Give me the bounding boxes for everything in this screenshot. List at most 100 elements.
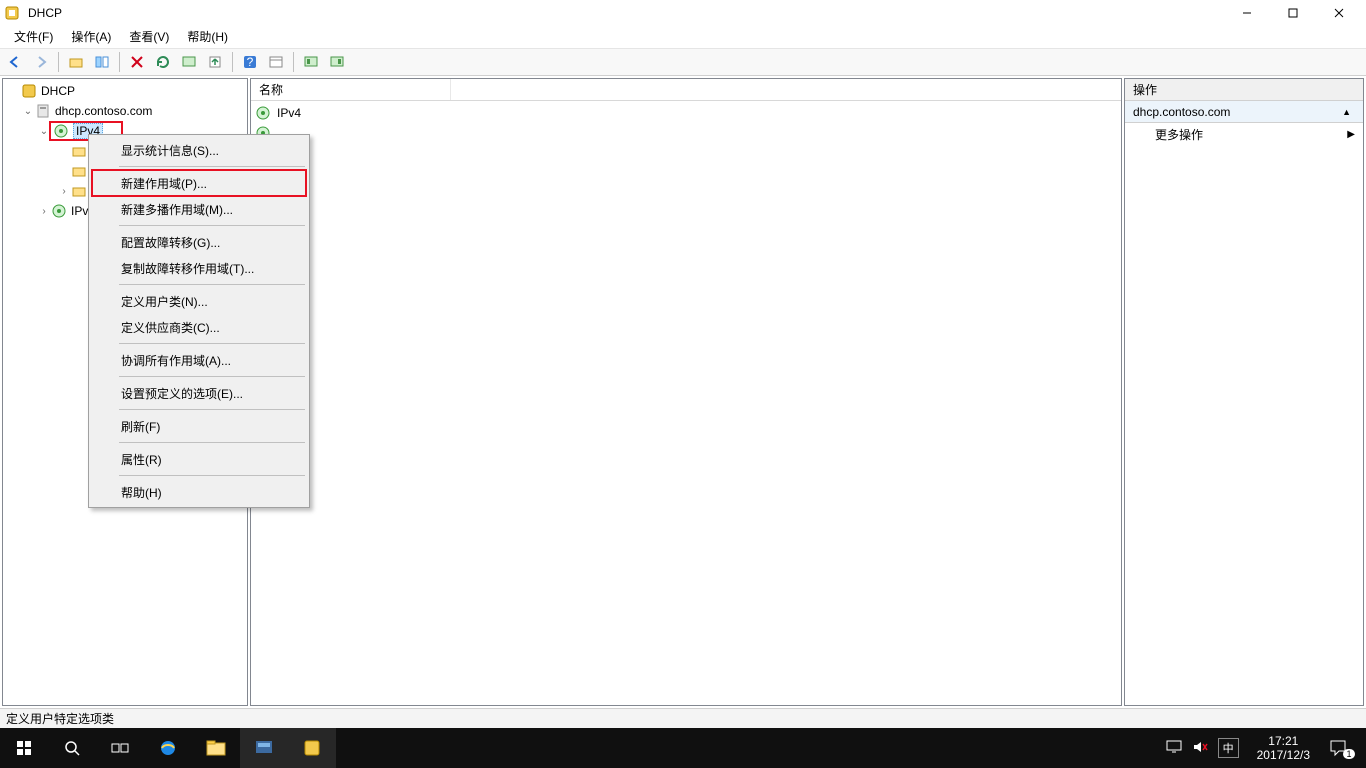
submenu-arrow-icon: ▶ bbox=[1347, 129, 1355, 140]
statusbar: 定义用户特定选项类 bbox=[0, 708, 1366, 728]
folder-icon bbox=[71, 163, 87, 179]
toolbar-props-button[interactable] bbox=[265, 51, 287, 73]
nav-back-button[interactable] bbox=[4, 51, 26, 73]
context-menu-separator bbox=[119, 475, 305, 476]
expander-icon[interactable]: › bbox=[57, 186, 71, 197]
toolbar-help-button[interactable]: ? bbox=[239, 51, 261, 73]
start-button[interactable] bbox=[0, 728, 48, 768]
context-menu-item[interactable]: 属性(R) bbox=[91, 446, 307, 472]
search-button[interactable] bbox=[48, 728, 96, 768]
context-menu-item[interactable]: 定义供应商类(C)... bbox=[91, 314, 307, 340]
action-center-button[interactable]: 1 bbox=[1322, 728, 1366, 768]
minimize-button[interactable] bbox=[1224, 0, 1270, 26]
toolbar-list1-button[interactable] bbox=[300, 51, 322, 73]
collapse-up-icon: ▲ bbox=[1342, 107, 1355, 117]
menu-file[interactable]: 文件(F) bbox=[6, 26, 61, 47]
notif-badge: 1 bbox=[1343, 749, 1354, 759]
context-menu-separator bbox=[119, 376, 305, 377]
context-menu-item[interactable]: 显示统计信息(S)... bbox=[91, 137, 307, 163]
tray-display-icon[interactable] bbox=[1166, 740, 1182, 757]
taskbar: 中 17:21 2017/12/3 1 bbox=[0, 728, 1366, 768]
taskbar-dhcp[interactable] bbox=[288, 728, 336, 768]
actions-panel: 操作 dhcp.contoso.com ▲ 更多操作 ▶ bbox=[1124, 78, 1364, 706]
toolbar-delete-button[interactable] bbox=[126, 51, 148, 73]
folder-icon bbox=[71, 143, 87, 159]
list-panel: 名称 IPv4 bbox=[250, 78, 1122, 706]
actions-more-label: 更多操作 bbox=[1155, 126, 1203, 143]
dhcp-app-icon bbox=[4, 5, 20, 21]
nav-forward-button[interactable] bbox=[30, 51, 52, 73]
toolbar-refresh-button[interactable] bbox=[152, 51, 174, 73]
context-menu-separator bbox=[119, 225, 305, 226]
taskbar-server-manager[interactable] bbox=[240, 728, 288, 768]
window-title: DHCP bbox=[26, 6, 62, 20]
context-menu-item[interactable]: 配置故障转移(G)... bbox=[91, 229, 307, 255]
status-text: 定义用户特定选项类 bbox=[6, 710, 114, 727]
context-menu-item[interactable]: 复制故障转移作用域(T)... bbox=[91, 255, 307, 281]
toolbar-sep bbox=[58, 52, 59, 72]
context-menu-separator bbox=[119, 343, 305, 344]
context-menu-label: 配置故障转移(G)... bbox=[121, 234, 220, 251]
menubar: 文件(F) 操作(A) 查看(V) 帮助(H) bbox=[0, 26, 1366, 48]
context-menu-separator bbox=[119, 409, 305, 410]
context-menu-label: 定义用户类(N)... bbox=[121, 293, 208, 310]
toolbar-sep bbox=[119, 52, 120, 72]
context-menu-item[interactable]: 协调所有作用域(A)... bbox=[91, 347, 307, 373]
context-menu: 显示统计信息(S)... 新建作用域(P)... 新建多播作用域(M)... 配置故障… bbox=[88, 134, 310, 508]
tree-label: dhcp.contoso.com bbox=[55, 104, 152, 118]
list-body: IPv4 bbox=[251, 101, 1121, 145]
task-view-button[interactable] bbox=[96, 728, 144, 768]
context-menu-label: 复制故障转移作用域(T)... bbox=[121, 260, 254, 277]
context-menu-separator bbox=[119, 284, 305, 285]
context-menu-item[interactable]: 设置预定义的选项(E)... bbox=[91, 380, 307, 406]
dhcp-root-icon bbox=[21, 83, 37, 99]
tree-server[interactable]: ⌄ dhcp.contoso.com bbox=[5, 101, 247, 121]
ime-indicator[interactable]: 中 bbox=[1218, 738, 1239, 758]
context-menu-label: 新建作用域(P)... bbox=[121, 175, 207, 192]
svg-text:?: ? bbox=[247, 55, 254, 69]
list-item[interactable] bbox=[251, 123, 1121, 143]
context-menu-item[interactable]: 定义用户类(N)... bbox=[91, 288, 307, 314]
clock-date: 2017/12/3 bbox=[1257, 748, 1310, 762]
context-menu-item[interactable]: 新建多播作用域(M)... bbox=[91, 196, 307, 222]
toolbar-sep bbox=[232, 52, 233, 72]
server-icon bbox=[35, 103, 51, 119]
actions-more[interactable]: 更多操作 ▶ bbox=[1125, 123, 1363, 145]
column-name[interactable]: 名称 bbox=[251, 79, 451, 100]
context-menu-item[interactable]: 刷新(F) bbox=[91, 413, 307, 439]
actions-scope-label: dhcp.contoso.com bbox=[1133, 105, 1230, 119]
actions-scope[interactable]: dhcp.contoso.com ▲ bbox=[1125, 101, 1363, 123]
context-menu-label: 定义供应商类(C)... bbox=[121, 319, 220, 336]
context-menu-label: 显示统计信息(S)... bbox=[121, 142, 219, 159]
context-menu-item[interactable]: 帮助(H) bbox=[91, 479, 307, 505]
context-menu-label: 协调所有作用域(A)... bbox=[121, 352, 231, 369]
folder-icon bbox=[71, 183, 87, 199]
toolbar-showhide-button[interactable] bbox=[91, 51, 113, 73]
menu-action[interactable]: 操作(A) bbox=[63, 26, 119, 47]
toolbar: ? bbox=[0, 48, 1366, 76]
tree-label: DHCP bbox=[41, 84, 75, 98]
context-menu-item[interactable]: 新建作用域(P)... bbox=[91, 169, 307, 197]
toolbar-up-button[interactable] bbox=[65, 51, 87, 73]
taskbar-explorer[interactable] bbox=[192, 728, 240, 768]
list-item[interactable]: IPv4 bbox=[251, 103, 1121, 123]
toolbar-list2-button[interactable] bbox=[326, 51, 348, 73]
tree-root-dhcp[interactable]: DHCP bbox=[5, 81, 247, 101]
close-button[interactable] bbox=[1316, 0, 1362, 26]
tray-volume-icon[interactable] bbox=[1192, 740, 1208, 757]
context-menu-separator bbox=[119, 442, 305, 443]
ipv-icon bbox=[255, 105, 271, 121]
menu-help[interactable]: 帮助(H) bbox=[179, 26, 236, 47]
expander-icon[interactable]: › bbox=[37, 206, 51, 217]
expander-icon[interactable]: ⌄ bbox=[21, 106, 35, 117]
toolbar-export-button[interactable] bbox=[204, 51, 226, 73]
taskbar-ie[interactable] bbox=[144, 728, 192, 768]
menu-view[interactable]: 查看(V) bbox=[121, 26, 177, 47]
context-menu-label: 刷新(F) bbox=[121, 418, 160, 435]
system-tray: 中 17:21 2017/12/3 bbox=[1162, 734, 1322, 763]
titlebar: DHCP bbox=[0, 0, 1366, 26]
context-menu-label: 新建多播作用域(M)... bbox=[121, 201, 233, 218]
maximize-button[interactable] bbox=[1270, 0, 1316, 26]
taskbar-clock[interactable]: 17:21 2017/12/3 bbox=[1249, 734, 1318, 763]
toolbar-screen-button[interactable] bbox=[178, 51, 200, 73]
